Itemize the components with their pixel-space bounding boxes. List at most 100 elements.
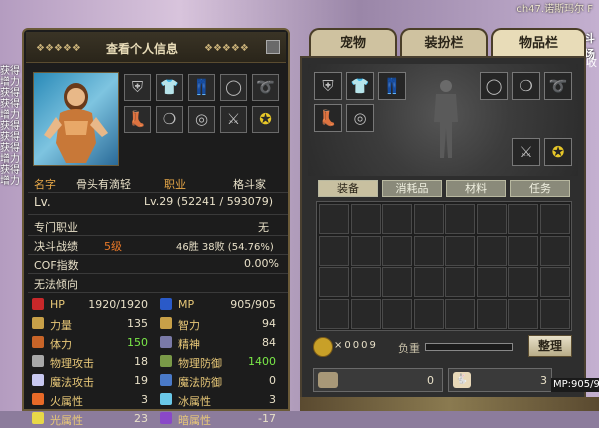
gold-amount: ×0009 bbox=[334, 340, 378, 351]
inventory-slot[interactable] bbox=[445, 235, 475, 266]
subtab-2[interactable]: 材料 bbox=[446, 180, 506, 197]
mana-heart-icon bbox=[160, 298, 172, 310]
belt-icon[interactable]: ➰ bbox=[252, 74, 279, 101]
shoes-icon[interactable]: 👢 bbox=[314, 104, 342, 132]
inventory-slot[interactable] bbox=[508, 267, 538, 297]
tab-avatar[interactable]: 装扮栏 bbox=[400, 28, 488, 58]
inventory-slot[interactable] bbox=[350, 298, 381, 329]
pants-icon[interactable]: 👖 bbox=[188, 74, 215, 101]
level-row: Lv. Lv.29 (52241 / 593079) bbox=[28, 192, 288, 215]
lv-label: Lv. bbox=[34, 195, 51, 209]
necklace-icon[interactable]: ❍ bbox=[512, 72, 540, 100]
bottom-slot-2[interactable]: 🐇 3 bbox=[448, 368, 552, 392]
inventory-slot[interactable] bbox=[350, 235, 381, 266]
title-medal-icon[interactable]: ✪ bbox=[252, 106, 279, 133]
tab-pet[interactable]: 宠物 bbox=[309, 28, 397, 58]
inventory-slot[interactable] bbox=[413, 204, 444, 234]
bracelet-icon[interactable]: ◎ bbox=[188, 106, 215, 133]
inventory-slot[interactable] bbox=[382, 298, 412, 329]
inventory-slot[interactable] bbox=[445, 298, 475, 329]
inventory-slot[interactable] bbox=[413, 298, 444, 329]
inventory-slot[interactable] bbox=[539, 204, 570, 234]
inventory-slot[interactable] bbox=[476, 298, 507, 329]
server-channel-label: ch47.诺斯玛尔 F bbox=[516, 4, 593, 15]
duel-rank: 5级 bbox=[104, 240, 122, 253]
ring-icon[interactable]: ◯ bbox=[480, 72, 508, 100]
bottom-slot-1[interactable]: 0 bbox=[313, 368, 443, 392]
subtab-0[interactable]: 装备 bbox=[318, 180, 378, 197]
stat-value: 0 bbox=[269, 374, 276, 387]
stat-value: 18 bbox=[134, 355, 148, 368]
inventory-slot[interactable] bbox=[508, 204, 538, 234]
subtab-1[interactable]: 消耗品 bbox=[382, 180, 442, 197]
stat-value: 19 bbox=[134, 374, 148, 387]
shoes-icon[interactable]: 👢 bbox=[124, 106, 151, 133]
rabbit-icon: 🐇 bbox=[453, 372, 471, 388]
item-pouch-icon bbox=[318, 372, 338, 388]
inventory-slot[interactable] bbox=[445, 204, 475, 234]
tab-inventory[interactable]: 物品栏 bbox=[491, 28, 586, 58]
intelligence-icon bbox=[160, 317, 172, 329]
stat-label: 魔法攻击 bbox=[50, 376, 94, 389]
strength-icon bbox=[32, 317, 44, 329]
spec-value: 无 bbox=[258, 221, 269, 234]
subtab-3[interactable]: 任务 bbox=[510, 180, 570, 197]
top-armor-icon[interactable]: 👕 bbox=[346, 72, 374, 100]
tendency-row: 无法倾向 bbox=[28, 273, 288, 293]
duel-record: 46胜 38败 (54.76%) bbox=[176, 242, 274, 253]
inventory-slot[interactable] bbox=[319, 267, 349, 297]
inventory-slot[interactable] bbox=[508, 235, 538, 266]
stat-label: 冰属性 bbox=[178, 395, 211, 408]
body-silhouette-icon bbox=[434, 80, 458, 158]
inventory-slot[interactable] bbox=[476, 267, 507, 297]
sword-icon[interactable]: ⚔ bbox=[512, 138, 540, 166]
inventory-slot[interactable] bbox=[413, 267, 444, 297]
inventory-slot[interactable] bbox=[539, 298, 570, 329]
shoulder-icon[interactable]: ⛨ bbox=[314, 72, 342, 100]
inventory-slot[interactable] bbox=[508, 298, 538, 329]
stat-light: 光属性 23 bbox=[28, 409, 154, 427]
weapon-icon[interactable]: ⚔ bbox=[220, 106, 247, 133]
stat-sword: 物理攻击 18 bbox=[28, 352, 154, 370]
title-medal-icon[interactable]: ✪ bbox=[544, 138, 572, 166]
stat-shield: 物理防御 1400 bbox=[156, 352, 282, 370]
inventory-slot[interactable] bbox=[350, 267, 381, 297]
inventory-slot[interactable] bbox=[382, 204, 412, 234]
belt-icon[interactable]: ➰ bbox=[544, 72, 572, 100]
title-ornament-right-icon: ❖❖❖❖❖ bbox=[204, 43, 249, 54]
inventory-slot[interactable] bbox=[476, 204, 507, 234]
inventory-slot[interactable] bbox=[539, 235, 570, 266]
inventory-slot[interactable] bbox=[319, 204, 349, 234]
weight-label: 负重 bbox=[398, 342, 420, 355]
magic-attack-icon bbox=[32, 374, 44, 386]
top-armor-icon[interactable]: 👕 bbox=[156, 74, 183, 101]
inventory-slot[interactable] bbox=[539, 267, 570, 297]
necklace-icon[interactable]: ❍ bbox=[156, 106, 183, 133]
inventory-slot[interactable] bbox=[350, 204, 381, 234]
edge-text-mid: 收 bbox=[586, 56, 597, 69]
inventory-slot[interactable] bbox=[382, 267, 412, 297]
stat-dark: 暗属性 -17 bbox=[156, 409, 282, 427]
stat-label: 物理防御 bbox=[178, 357, 222, 370]
character-portrait bbox=[33, 72, 119, 166]
sort-button[interactable]: 整理 bbox=[528, 335, 572, 357]
close-button[interactable] bbox=[266, 40, 280, 54]
pants-icon[interactable]: 👖 bbox=[378, 72, 406, 100]
stat-label: MP bbox=[178, 298, 195, 311]
stat-value: 23 bbox=[134, 412, 148, 425]
inventory-slot[interactable] bbox=[319, 298, 349, 329]
stat-intelligence: 智力 94 bbox=[156, 314, 282, 332]
inventory-slot[interactable] bbox=[476, 235, 507, 266]
inventory-slot[interactable] bbox=[319, 235, 349, 266]
stat-label: 力量 bbox=[50, 319, 72, 332]
bracelet-icon[interactable]: ◎ bbox=[346, 104, 374, 132]
light-icon bbox=[32, 412, 44, 424]
shoulder-icon[interactable]: ⛨ bbox=[124, 74, 151, 101]
inventory-slot[interactable] bbox=[413, 235, 444, 266]
stat-value: 905/905 bbox=[230, 298, 276, 311]
inventory-slot[interactable] bbox=[445, 267, 475, 297]
info-title-bar[interactable]: ❖❖❖❖❖ 查看个人信息 ❖❖❖❖❖ bbox=[26, 32, 286, 63]
job-label: 职业 bbox=[164, 178, 186, 191]
ring-icon[interactable]: ◯ bbox=[220, 74, 247, 101]
inventory-slot[interactable] bbox=[382, 235, 412, 266]
